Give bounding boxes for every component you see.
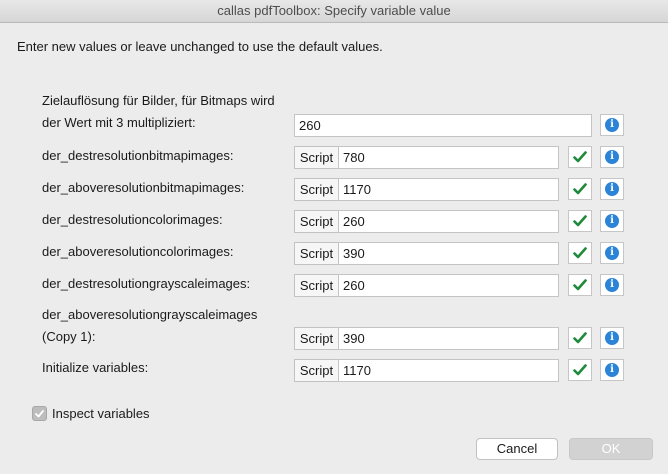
info-icon: i bbox=[605, 363, 619, 377]
info-button[interactable]: i bbox=[600, 146, 624, 168]
instruction-text: Enter new values or leave unchanged to u… bbox=[17, 39, 383, 54]
info-button[interactable]: i bbox=[600, 327, 624, 349]
checkmark-icon bbox=[573, 183, 587, 195]
apply-check-button[interactable] bbox=[568, 210, 592, 232]
apply-check-button[interactable] bbox=[568, 146, 592, 168]
script-button[interactable]: Script bbox=[294, 242, 338, 265]
resolution-label: Zielauflösung für Bilder, für Bitmaps wi… bbox=[42, 90, 275, 134]
info-icon: i bbox=[605, 246, 619, 260]
apply-check-button[interactable] bbox=[568, 274, 592, 296]
checkbox-check-icon bbox=[35, 409, 44, 417]
variable-value-field[interactable]: 780 bbox=[338, 146, 559, 169]
apply-check-button[interactable] bbox=[568, 359, 592, 381]
info-button[interactable]: i bbox=[600, 359, 624, 381]
info-icon: i bbox=[605, 150, 619, 164]
apply-check-button[interactable] bbox=[568, 178, 592, 200]
checkmark-icon bbox=[573, 279, 587, 291]
variable-value-field[interactable]: 260 bbox=[338, 274, 559, 297]
variable-value-field[interactable]: 1170 bbox=[338, 359, 559, 382]
cancel-button[interactable]: Cancel bbox=[476, 438, 558, 460]
checkmark-icon bbox=[573, 332, 587, 344]
info-button[interactable]: i bbox=[600, 274, 624, 296]
variable-value-field[interactable]: 390 bbox=[338, 327, 559, 350]
script-button[interactable]: Script bbox=[294, 210, 338, 233]
variable-value-field[interactable]: 1170 bbox=[338, 178, 559, 201]
variable-value-field[interactable]: 390 bbox=[338, 242, 559, 265]
script-button[interactable]: Script bbox=[294, 274, 338, 297]
checkmark-icon bbox=[573, 151, 587, 163]
script-button[interactable]: Script bbox=[294, 178, 338, 201]
variable-label: der_destresolutionbitmapimages: bbox=[42, 148, 234, 163]
variable-label: der_aboveresolutioncolorimages: bbox=[42, 244, 234, 259]
ok-button[interactable]: OK bbox=[569, 438, 653, 460]
apply-check-button[interactable] bbox=[568, 242, 592, 264]
checkmark-icon bbox=[573, 364, 587, 376]
resolution-value-field[interactable]: 260 bbox=[294, 114, 592, 137]
info-button[interactable]: i bbox=[600, 210, 624, 232]
variable-label-line1: der_aboveresolutiongrayscaleimages bbox=[42, 307, 258, 322]
variable-label-line2: (Copy 1): bbox=[42, 329, 96, 344]
window-title: callas pdfToolbox: Specify variable valu… bbox=[0, 0, 668, 23]
variable-label: der_destresolutiongrayscaleimages: bbox=[42, 276, 251, 291]
script-button[interactable]: Script bbox=[294, 359, 338, 382]
variable-value-field[interactable]: 260 bbox=[338, 210, 559, 233]
checkmark-icon bbox=[573, 215, 587, 227]
info-icon: i bbox=[605, 331, 619, 345]
variable-label: der_aboveresolutionbitmapimages: bbox=[42, 180, 245, 195]
variable-label: der_aboveresolutiongrayscaleimages (Copy… bbox=[42, 304, 257, 348]
checkmark-icon bbox=[573, 247, 587, 259]
apply-check-button[interactable] bbox=[568, 327, 592, 349]
variable-label: Initialize variables: bbox=[42, 360, 149, 375]
script-button[interactable]: Script bbox=[294, 327, 338, 350]
resolution-label-line2: der Wert mit 3 multipliziert: bbox=[42, 115, 196, 130]
info-button[interactable]: i bbox=[600, 242, 624, 264]
script-button[interactable]: Script bbox=[294, 146, 338, 169]
inspect-variables-checkbox[interactable] bbox=[32, 406, 47, 421]
info-icon: i bbox=[605, 182, 619, 196]
info-icon: i bbox=[605, 278, 619, 292]
inspect-variables-option[interactable]: Inspect variables bbox=[32, 406, 150, 421]
inspect-variables-label: Inspect variables bbox=[52, 406, 150, 421]
resolution-label-line1: Zielauflösung für Bilder, für Bitmaps wi… bbox=[42, 93, 275, 108]
variable-label: der_destresolutioncolorimages: bbox=[42, 212, 223, 227]
info-icon: i bbox=[605, 118, 619, 132]
info-icon: i bbox=[605, 214, 619, 228]
info-button[interactable]: i bbox=[600, 114, 624, 136]
info-button[interactable]: i bbox=[600, 178, 624, 200]
